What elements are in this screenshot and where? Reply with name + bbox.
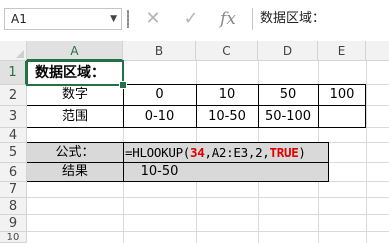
- column-header-a[interactable]: A: [27, 41, 123, 61]
- gridline: [27, 214, 389, 215]
- column-header-d[interactable]: D: [258, 41, 318, 61]
- cell-d3[interactable]: 50-100: [258, 106, 318, 127]
- formula-range: ,A2:E3,2,: [204, 145, 270, 160]
- gridline: [366, 61, 367, 243]
- cell-b6[interactable]: 10-50: [123, 163, 196, 181]
- cell-c3[interactable]: 10-50: [196, 106, 258, 127]
- column-header-c[interactable]: C: [196, 41, 258, 61]
- cancel-icon[interactable]: ✕: [140, 8, 166, 30]
- chevron-down-icon[interactable]: ▼: [110, 9, 117, 29]
- cell-a3[interactable]: 范围: [27, 106, 123, 127]
- column-header-b[interactable]: B: [123, 41, 196, 61]
- row-header-4[interactable]: 4: [0, 128, 27, 143]
- name-box-value: A1: [11, 12, 27, 26]
- row-header-5[interactable]: 5: [0, 143, 27, 163]
- gridline: [27, 231, 389, 232]
- cell-b2[interactable]: 0: [123, 85, 196, 105]
- formula-bar-divider: [252, 8, 253, 30]
- cell-e2[interactable]: 100: [318, 85, 366, 105]
- insert-function-icon[interactable]: fx: [215, 8, 241, 30]
- cell-a6[interactable]: 结果: [27, 163, 123, 181]
- select-all-icon: [16, 50, 24, 58]
- row-header-9[interactable]: 9: [0, 215, 27, 232]
- scroll-indicator: [10, 238, 12, 240]
- row-header-1[interactable]: 1: [0, 61, 27, 85]
- row-header-6[interactable]: 6: [0, 163, 27, 182]
- row-header-7[interactable]: 7: [0, 182, 27, 198]
- table-border: [27, 181, 329, 182]
- cell-a5[interactable]: 公式：: [27, 143, 123, 162]
- row-header-10[interactable]: 10: [0, 232, 27, 243]
- formula-input[interactable]: 数据区域：: [260, 8, 389, 30]
- cell-b5[interactable]: =HLOOKUP(34,A2:E3,2,TRUE): [123, 143, 329, 162]
- column-header-e[interactable]: E: [318, 41, 366, 61]
- name-box[interactable]: A1 ▼: [4, 8, 122, 30]
- formula-lookup-value: 34: [190, 145, 205, 160]
- select-all-button[interactable]: [0, 41, 27, 61]
- formula-prefix: =HLOOKUP(: [125, 145, 191, 160]
- enter-icon[interactable]: ✓: [178, 8, 204, 30]
- column-header-f[interactable]: [366, 41, 389, 61]
- resize-grip-icon[interactable]: [127, 10, 129, 28]
- formula-suffix: ): [298, 145, 306, 160]
- row-header-2[interactable]: 2: [0, 85, 27, 106]
- formula-bar: A1 ▼ ✕ ✓ fx 数据区域：: [0, 0, 389, 41]
- cell-d2[interactable]: 50: [258, 85, 318, 105]
- active-cell-border: [26, 60, 124, 86]
- row-header-3[interactable]: 3: [0, 106, 27, 128]
- fill-handle[interactable]: [119, 81, 127, 89]
- cell-b3[interactable]: 0-10: [123, 106, 196, 127]
- formula-match-type: TRUE: [269, 145, 299, 160]
- gridline: [27, 197, 389, 198]
- cell-a2[interactable]: 数字: [27, 85, 123, 105]
- cell-c2[interactable]: 10: [196, 85, 258, 105]
- row-header-8[interactable]: 8: [0, 198, 27, 215]
